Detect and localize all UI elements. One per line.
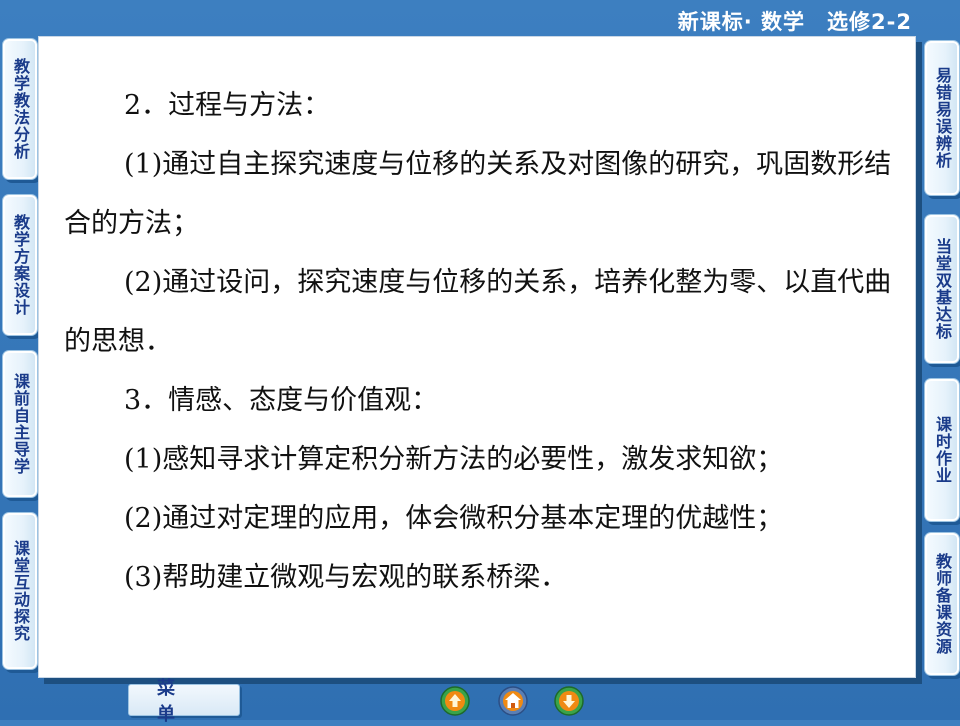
objective-item: (1)感知寻求计算定积分新方法的必要性，激发求知欲； [124,444,784,475]
nav-tab-label: 教学教法分析 [11,58,30,160]
nav-tab-homework[interactable]: 课时作业 [924,378,960,522]
objective-item: (3)帮助建立微观与宏观的联系桥梁． [124,562,568,593]
nav-tab-label: 易错易误辨析 [933,67,952,169]
nav-tab-error-analysis[interactable]: 易错易误辨析 [924,40,960,196]
nav-tab-teacher-resources[interactable]: 教师备课资源 [924,532,960,676]
arrow-down-icon [554,686,584,716]
nav-tab-label: 课时作业 [933,416,952,484]
objective-item: (2)通过设问，探究速度与位移的关系，培养化整为零、以直代曲的思想． [64,267,892,357]
nav-tab-label: 当堂双基达标 [933,238,952,340]
nav-tab-label: 教学方案设计 [11,214,30,316]
home-icon [498,686,528,716]
nav-tab-basic-practice[interactable]: 当堂双基达标 [924,214,960,364]
nav-tab-label: 教师备课资源 [933,553,952,655]
menu-button[interactable]: 菜单 [128,678,240,725]
nav-tab-label: 课堂互动探究 [11,540,30,642]
nav-tab-teaching-analysis[interactable]: 教学教法分析 [2,38,38,180]
objective-item: (1)通过自主探究速度与位移的关系及对图像的研究，巩固数形结合的方法； [64,149,892,239]
arrow-up-icon [440,686,470,716]
next-page-button[interactable] [554,686,584,716]
prev-page-button[interactable] [440,686,470,716]
nav-tab-class-interaction[interactable]: 课堂互动探究 [2,512,38,670]
slide-text: 2．过程与方法： (1)通过自主探究速度与位移的关系及对图像的研究，巩固数形结合… [64,76,900,607]
objective-item: (2)通过对定理的应用，体会微积分基本定理的优越性； [124,503,784,534]
nav-tab-label: 课前自主导学 [11,373,30,475]
nav-tab-teaching-plan[interactable]: 教学方案设计 [2,194,38,336]
course-title: 新课标· 数学 选修2-2 [677,10,912,34]
section-heading-values: 3．情感、态度与价值观： [124,385,439,416]
nav-tab-preview-study[interactable]: 课前自主导学 [2,350,38,498]
home-button[interactable] [498,686,528,716]
section-heading-process: 2．过程与方法： [124,90,331,121]
